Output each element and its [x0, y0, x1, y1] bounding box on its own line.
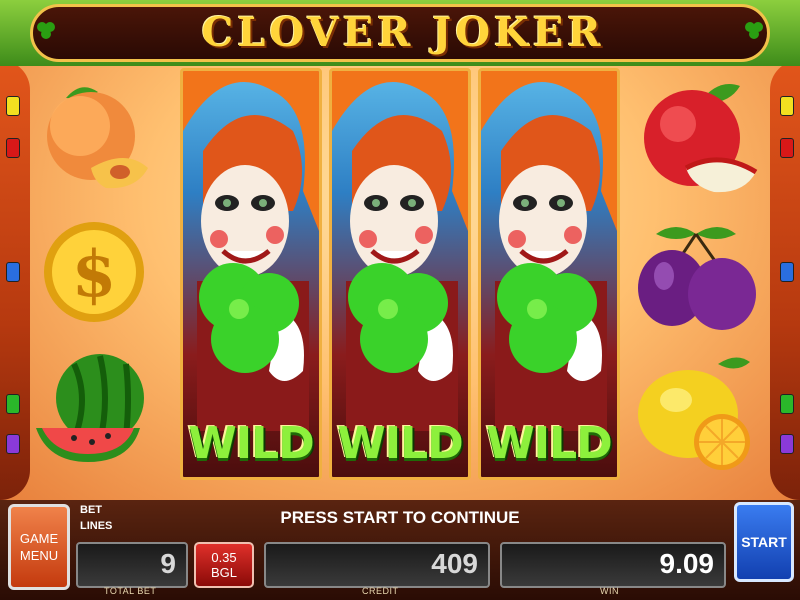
game-title: CLOVER JOKER [201, 9, 605, 56]
denomination-value: 0.35 [211, 550, 237, 565]
wild-label: WILD [486, 418, 612, 469]
credit-caption: CREDIT [362, 586, 399, 596]
start-button[interactable]: START [734, 502, 794, 582]
title-plate: CLOVER JOKER [30, 4, 770, 62]
denomination-currency: BGL [210, 565, 237, 580]
clover-icon [745, 22, 763, 39]
status-message: PRESS START TO CONTINUE [280, 508, 520, 527]
wild-label: WILD [337, 418, 463, 469]
line-marker [780, 262, 794, 282]
lines-label: LINES [80, 520, 113, 532]
reel-1: WILD [180, 68, 322, 480]
clover-icon [37, 22, 55, 39]
win-caption: WIN [600, 586, 619, 596]
line-marker [6, 262, 20, 282]
lemon-icon [638, 357, 750, 470]
game-stage: CLOVER JOKER $ WILD WILD WILD [0, 0, 800, 500]
credit-display: 409 [264, 542, 490, 588]
dollar-coin-icon: $ [44, 222, 144, 322]
watermelon-icon [36, 354, 144, 462]
line-marker [780, 96, 794, 116]
joker-icon [481, 71, 617, 431]
line-marker [6, 394, 20, 414]
start-label: START [741, 534, 787, 550]
wild-label: WILD [188, 418, 314, 469]
peach-icon [47, 87, 148, 189]
denomination-button[interactable]: 0.35 BGL [194, 542, 254, 588]
win-display: 9.09 [500, 542, 726, 588]
total-bet-display[interactable]: 9 [76, 542, 188, 588]
reel-2: WILD [329, 68, 471, 480]
line-marker [6, 96, 20, 116]
line-marker [780, 394, 794, 414]
line-marker [780, 434, 794, 454]
bet-label: BET [80, 504, 102, 516]
joker-icon [332, 71, 468, 431]
menu-label-line1: GAME [19, 531, 59, 546]
reel-3: WILD [478, 68, 620, 480]
line-marker [780, 138, 794, 158]
game-menu-button[interactable]: GAME MENU [8, 504, 70, 590]
total-bet-caption: TOTAL BET [104, 586, 157, 596]
line-marker [6, 138, 20, 158]
apple-icon [644, 84, 758, 193]
svg-text:$: $ [72, 237, 117, 312]
line-marker [6, 434, 20, 454]
title-bar: CLOVER JOKER [0, 0, 800, 66]
joker-icon [183, 71, 319, 431]
menu-label-line2: MENU [19, 548, 59, 563]
plum-icon [638, 227, 756, 330]
